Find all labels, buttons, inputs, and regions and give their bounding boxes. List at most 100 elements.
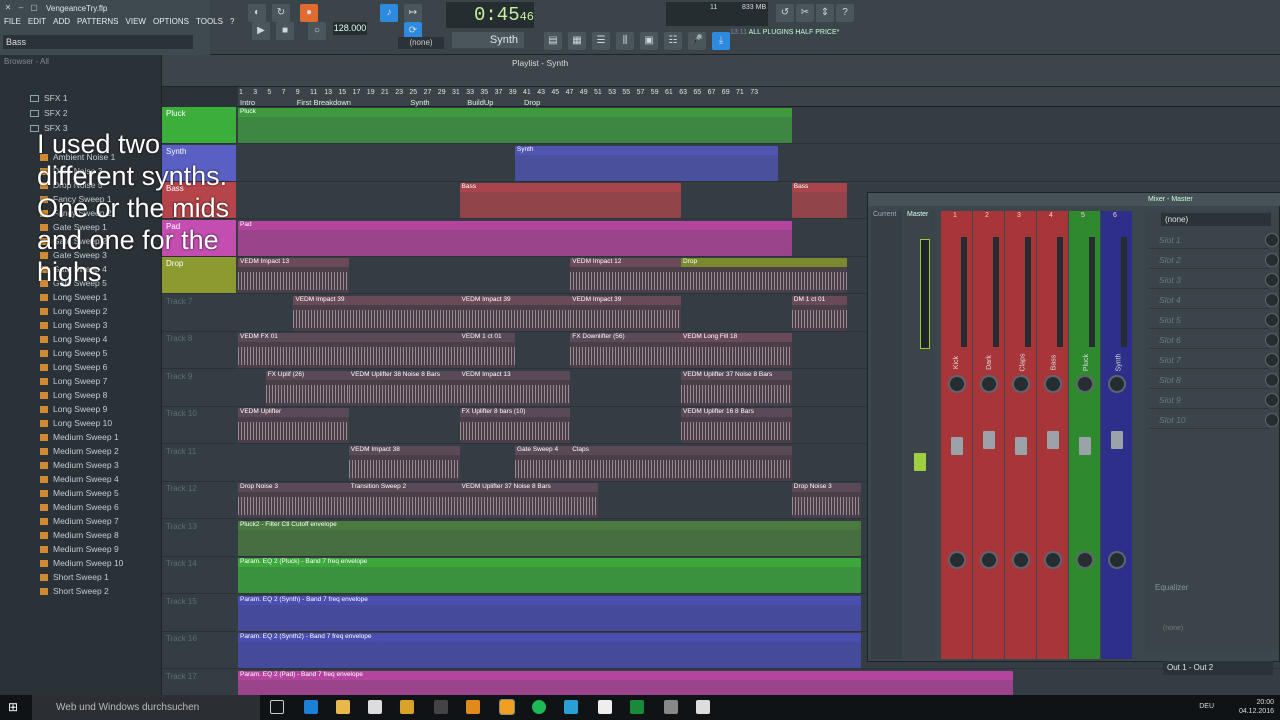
timeline-marker[interactable]: First Breakdown [297,98,351,107]
browser-item[interactable]: Long Sweep 4 [40,332,107,346]
taskbar-search[interactable]: Web und Windows durchsuchen [32,695,260,720]
media-icon[interactable] [400,700,414,714]
playlist-icon[interactable]: ▤ [544,32,562,50]
browser-item[interactable]: Long Sweep 8 [40,388,107,402]
mixer-strip[interactable]: 2 Dark [973,211,1004,659]
spotify-icon[interactable] [532,700,546,714]
browser-item[interactable]: Long Sweep 7 [40,374,107,388]
close-icon[interactable]: ✕ [3,3,13,13]
playlist-clip[interactable]: Bass [791,183,848,218]
browser-item[interactable]: Long Sweep 10 [40,416,112,430]
browser-item[interactable]: Long Sweep 1 [40,290,107,304]
stereo-knob[interactable] [980,551,998,569]
menu-item[interactable]: VIEW [126,17,146,26]
playlist-clip[interactable]: VEDM Uplifter 38 Noise 8 Bars [348,370,460,406]
browser-icon[interactable]: ☷ [664,32,682,50]
track-header[interactable]: Track 9 [162,370,236,407]
windows-start-icon[interactable]: ⊞ [8,701,21,714]
snap-icon[interactable]: ⇕ [816,4,834,22]
playlist-clip[interactable]: Bass [459,183,682,218]
browser-folder[interactable]: SFX 2 [30,106,68,120]
playlist-clip[interactable]: DM 1 ct 01 [791,295,848,331]
menu-item[interactable]: FILE [4,17,21,26]
slot-mix-knob[interactable] [1265,233,1279,247]
hint-field[interactable]: Bass [3,35,193,49]
menu-item[interactable]: PATTERNS [77,17,118,26]
obs-icon[interactable] [598,700,612,714]
effect-slot[interactable]: Slot 8 [1149,371,1279,389]
menu-item[interactable]: ADD [53,17,70,26]
browser-folder[interactable]: SFX 1 [30,91,68,105]
effect-slot[interactable]: Slot 10 [1149,411,1279,429]
plugin-icon[interactable]: ▣ [640,32,658,50]
menu-item[interactable]: EDIT [28,17,46,26]
vlc-icon[interactable] [466,700,480,714]
slot-mix-knob[interactable] [1265,273,1279,287]
current-strip[interactable]: Current [871,211,902,659]
browser-item[interactable]: Short Sweep 1 [40,570,109,584]
timeline-marker[interactable]: BuildUp [467,98,493,107]
channel-rack-icon[interactable]: ☰ [592,32,610,50]
playlist-clip[interactable]: FX Downlifter (56) [570,333,682,368]
effect-slot[interactable]: Slot 1 [1149,231,1279,249]
playlist-clip[interactable]: Transition Sweep 2 [348,483,460,518]
language-indicator[interactable]: DEU [1199,702,1214,711]
pattern-selector[interactable]: Synth [452,32,524,48]
app-icon[interactable] [434,700,448,714]
track-header[interactable]: Track 13 [162,520,236,557]
playlist-clip[interactable]: VEDM Uplifter 16 8 Bars [681,408,792,443]
slot-mix-knob[interactable] [1265,393,1279,407]
pan-knob[interactable] [1012,375,1030,393]
mixer-strip[interactable]: 3 Claps [1005,211,1036,659]
cut-icon[interactable]: ✂ [796,4,814,22]
playlist-clip[interactable]: Drop Noise 3 [238,483,349,518]
task-view-icon[interactable] [270,700,284,714]
mixer-strip[interactable]: 4 Bass [1037,211,1068,659]
browser-item[interactable]: Medium Sweep 6 [40,500,119,514]
slot-mix-knob[interactable] [1265,313,1279,327]
volume-fader[interactable] [1111,431,1123,449]
playlist-clip[interactable]: Pluck [238,108,792,143]
playlist-clip[interactable]: VEDM Long Fill 18 [681,333,792,368]
browser-item[interactable]: Medium Sweep 8 [40,528,119,542]
send-select[interactable]: (none) [1163,625,1183,632]
stereo-knob[interactable] [948,551,966,569]
playlist-clip[interactable]: VEDM Uplifter 37 Noise 8 Bars [459,483,598,518]
effect-slot[interactable]: Slot 3 [1149,271,1279,289]
green-app-icon[interactable] [630,700,644,714]
song-mode-button[interactable]: ↻ [272,4,290,22]
playlist-clip[interactable]: Gate Sweep 4 [514,445,571,481]
slot-mix-knob[interactable] [1265,293,1279,307]
master-strip[interactable]: Master [904,211,935,659]
slot-mix-knob[interactable] [1265,373,1279,387]
slot-mix-knob[interactable] [1265,353,1279,367]
settings-app-icon[interactable] [664,700,678,714]
volume-fader[interactable] [951,437,963,455]
timeline-marker[interactable]: Intro [240,98,255,107]
playlist-clip[interactable]: Claps [570,445,792,481]
clapper-icon[interactable] [696,700,710,714]
download-icon[interactable]: ⤓ [712,32,730,50]
playlist-clip[interactable]: VEDM Impact 13 [459,370,571,406]
browser-item[interactable]: Medium Sweep 9 [40,542,119,556]
browser-item[interactable]: Long Sweep 3 [40,318,107,332]
help-icon[interactable]: ? [836,4,854,22]
playlist-clip[interactable]: VEDM 1 ct 01 [459,333,515,368]
volume-fader[interactable] [1015,437,1027,455]
play-button[interactable]: ▶ [252,22,270,40]
stereo-knob[interactable] [1108,551,1126,569]
stereo-knob[interactable] [1044,551,1062,569]
pan-knob[interactable] [980,375,998,393]
pattern-mode-button[interactable]: ◐ [248,4,266,22]
mixer-strip[interactable]: 6 Synth [1101,211,1132,659]
track-header[interactable]: Track 8 [162,332,236,369]
input-select[interactable]: (none) [1161,213,1271,226]
effect-slot[interactable]: Slot 4 [1149,291,1279,309]
menu-item[interactable]: ? [230,17,234,26]
browser-item[interactable]: Medium Sweep 1 [40,430,119,444]
playlist-clip[interactable]: VEDM Uplifter 37 Noise 8 Bars [681,370,792,406]
slot-mix-knob[interactable] [1265,333,1279,347]
playlist-clip[interactable]: Synth [514,145,778,181]
browser-item[interactable]: Medium Sweep 10 [40,556,123,570]
step-button[interactable]: ↦ [404,4,422,22]
